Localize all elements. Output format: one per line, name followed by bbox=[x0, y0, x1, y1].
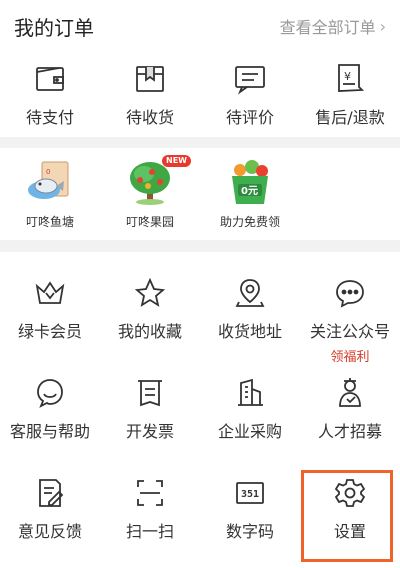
settings-highlight-frame bbox=[301, 470, 393, 562]
order-refund-label: 售后/退款 bbox=[315, 108, 385, 127]
crown-icon bbox=[35, 281, 65, 304]
order-pending-review[interactable]: 待评价 bbox=[200, 56, 300, 132]
chevron-right-icon: › bbox=[379, 16, 386, 36]
svg-text:¥: ¥ bbox=[344, 70, 351, 83]
svc-green-card-member[interactable]: 绿卡会员 bbox=[0, 266, 100, 366]
orders-title: 我的订单 bbox=[14, 16, 94, 40]
view-all-orders-label: 查看全部订单 bbox=[279, 18, 376, 37]
svc-label: 绿卡会员 bbox=[17, 322, 82, 341]
order-pending-payment-label: 待支付 bbox=[25, 108, 74, 127]
scan-icon bbox=[137, 480, 163, 506]
order-refund[interactable]: ¥ 售后/退款 bbox=[300, 56, 400, 132]
promo-fish-pond-label: 叮咚鱼塘 bbox=[25, 215, 74, 229]
svc-enterprise-purchase[interactable]: 企业采购 bbox=[200, 366, 300, 466]
star-icon bbox=[134, 277, 166, 307]
orders-card: 我的订单 查看全部订单 › 待支付 待收货 待评价 ¥ 售后/退款 bbox=[0, 0, 400, 137]
svc-digit-code[interactable]: 351 数字码 bbox=[200, 466, 300, 566]
order-pending-receipt[interactable]: 待收货 bbox=[100, 56, 200, 132]
order-pending-receipt-label: 待收货 bbox=[125, 108, 174, 127]
svc-label: 客服与帮助 bbox=[9, 422, 90, 441]
building-icon bbox=[238, 378, 263, 406]
svc-label: 企业采购 bbox=[217, 422, 282, 441]
customer-service-icon bbox=[37, 379, 63, 408]
services-card: 绿卡会员 我的收藏 收货地址 关注公众号 领福利 客服与帮助 开发票 企业采购 … bbox=[0, 252, 400, 568]
svc-label: 意见反馈 bbox=[17, 522, 82, 541]
svc-label: 人才招募 bbox=[317, 422, 382, 441]
chat-bubble-icon bbox=[336, 280, 364, 308]
promo-free-gift[interactable]: 0元 助力免费领 bbox=[200, 156, 300, 240]
free-gift-basket-icon: 0元 bbox=[232, 160, 268, 204]
promos-card: 0 叮咚鱼塘 叮咚果园 0元 助力免费领 NEW bbox=[0, 148, 400, 240]
promo-fish-pond[interactable]: 0 叮咚鱼塘 bbox=[0, 156, 100, 240]
svc-label: 我的收藏 bbox=[117, 322, 182, 341]
receipt-icon bbox=[138, 380, 162, 407]
promo-orchard-label: 叮咚果园 bbox=[125, 215, 174, 229]
view-all-orders-link[interactable]: 查看全部订单 › bbox=[280, 14, 386, 38]
svc-label: 数字码 bbox=[225, 522, 274, 541]
free-gift-badge-text: 0元 bbox=[241, 185, 258, 197]
svc-my-favorites[interactable]: 我的收藏 bbox=[100, 266, 200, 366]
promo-free-gift-label: 助力免费领 bbox=[219, 215, 280, 229]
promo-orchard[interactable]: 叮咚果园 bbox=[100, 156, 200, 240]
new-badge: NEW bbox=[162, 155, 191, 167]
refund-icon: ¥ bbox=[338, 64, 365, 92]
svc-customer-service[interactable]: 客服与帮助 bbox=[0, 366, 100, 466]
svc-follow-official-account[interactable]: 关注公众号 领福利 bbox=[300, 266, 400, 366]
svc-scan[interactable]: 扫一扫 bbox=[100, 466, 200, 566]
orders-header: 我的订单 查看全部订单 › bbox=[0, 0, 400, 52]
fish-pond-icon: 0 bbox=[28, 161, 69, 199]
svc-sub-label: 领福利 bbox=[330, 350, 370, 365]
order-pending-payment[interactable]: 待支付 bbox=[0, 56, 100, 132]
order-pending-review-label: 待评价 bbox=[225, 108, 274, 127]
feedback-edit-icon bbox=[39, 479, 64, 507]
svc-label: 扫一扫 bbox=[125, 522, 174, 541]
digit-code-text: 351 bbox=[241, 489, 259, 500]
location-pin-icon bbox=[235, 279, 265, 307]
svg-text:0: 0 bbox=[46, 168, 50, 176]
svc-feedback[interactable]: 意见反馈 bbox=[0, 466, 100, 566]
digit-code-icon: 351 bbox=[236, 482, 264, 504]
svc-address[interactable]: 收货地址 bbox=[200, 266, 300, 366]
package-icon bbox=[136, 66, 164, 92]
comment-icon bbox=[235, 66, 265, 95]
svc-recruitment[interactable]: 人才招募 bbox=[300, 366, 400, 466]
svc-label: 收货地址 bbox=[217, 322, 282, 341]
recruit-person-icon bbox=[339, 378, 361, 407]
svc-label: 开发票 bbox=[125, 422, 174, 441]
wallet-icon bbox=[36, 67, 64, 91]
svc-invoice[interactable]: 开发票 bbox=[100, 366, 200, 466]
svc-label: 关注公众号 bbox=[309, 322, 390, 341]
